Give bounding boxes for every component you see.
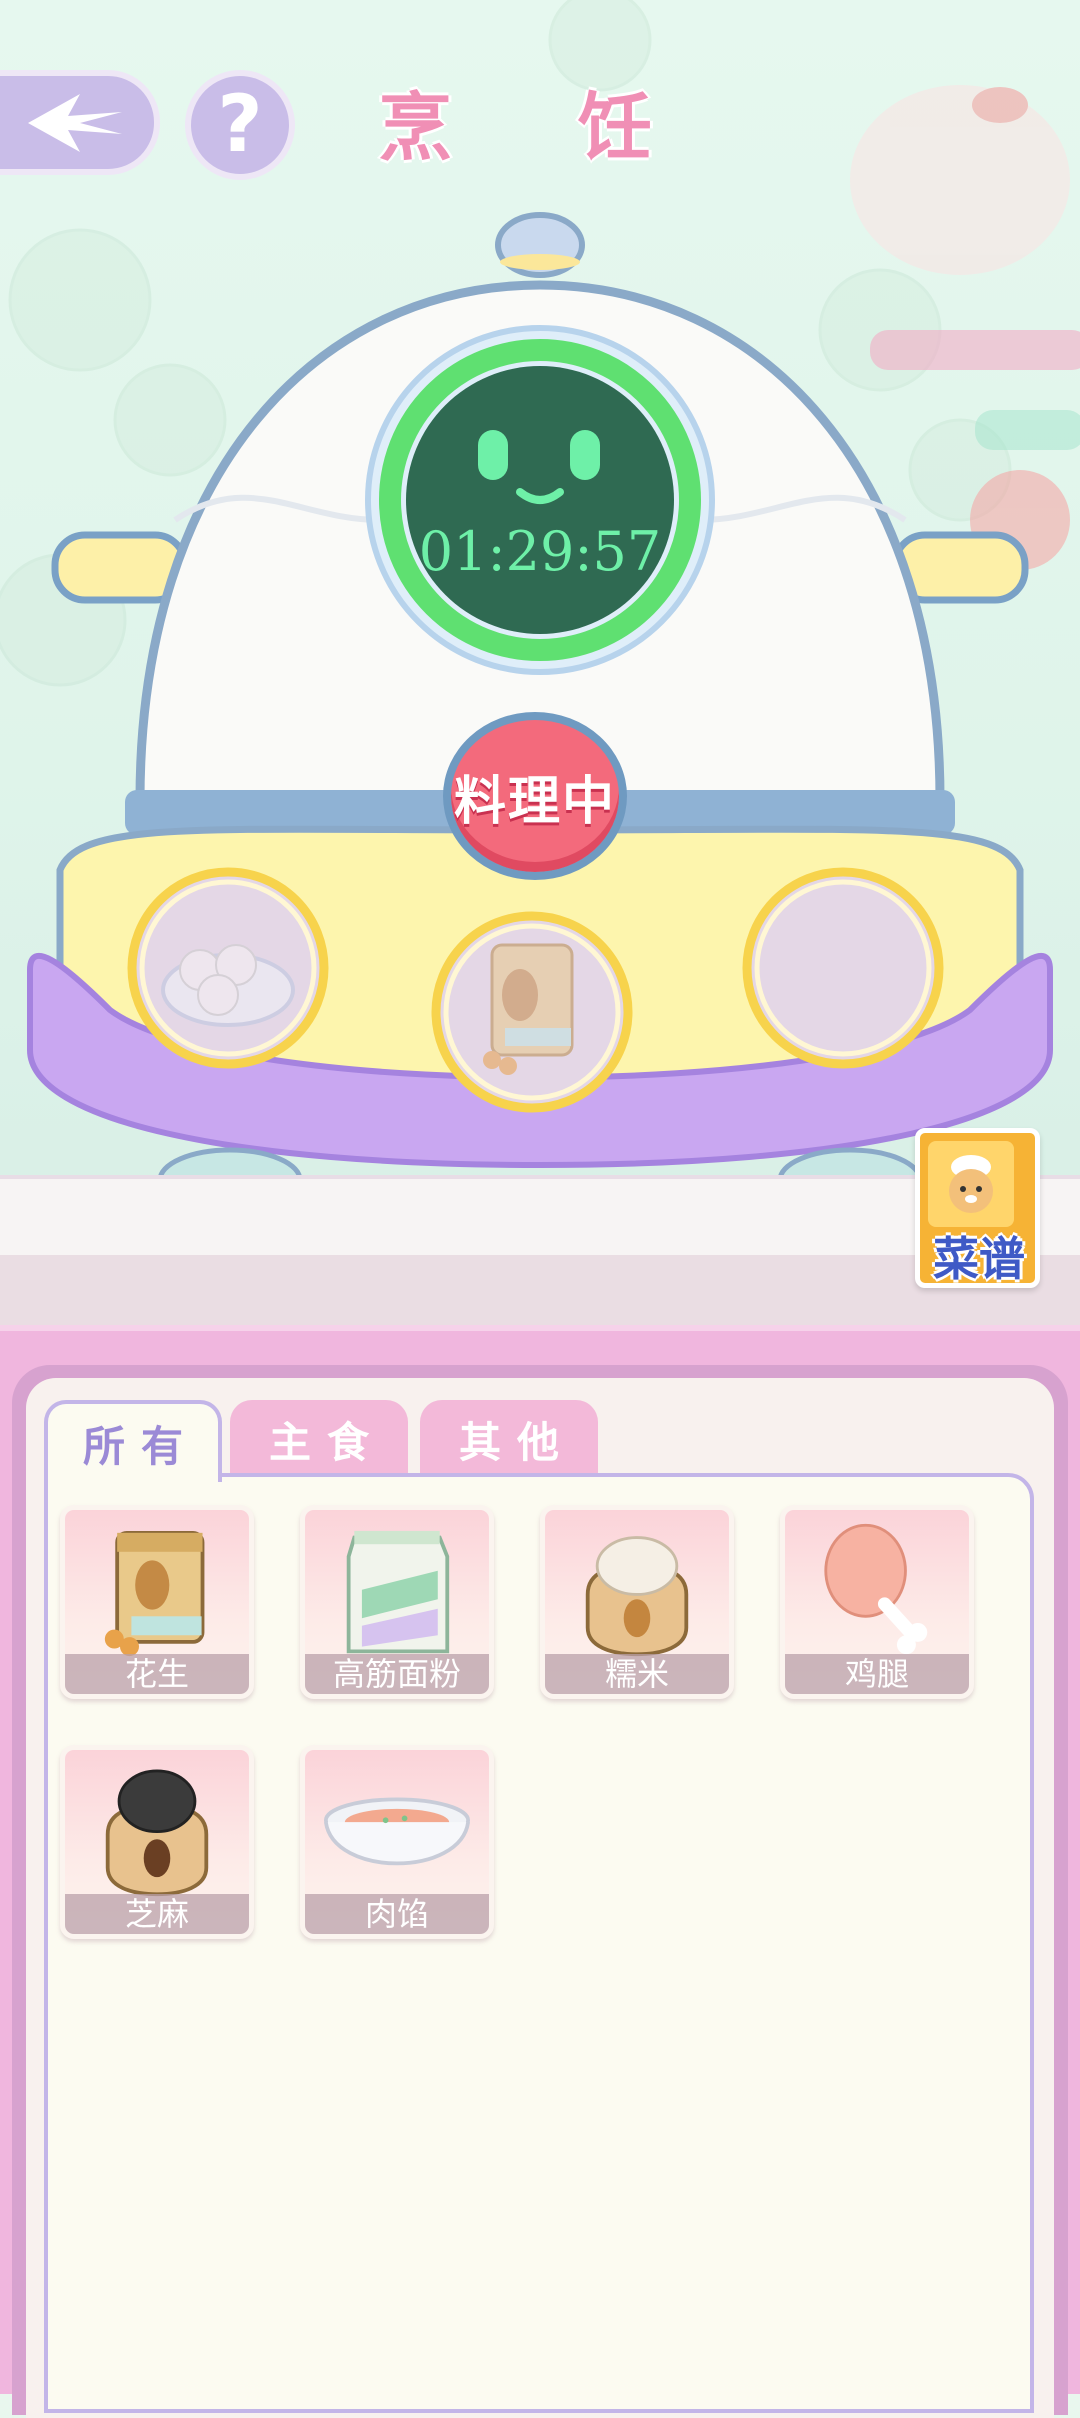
ingredient-slot-2[interactable] [431, 911, 633, 1113]
hamster-chef-icon [928, 1141, 1014, 1227]
item-name: 鸡腿 [785, 1654, 969, 1694]
item-name: 肉馅 [305, 1894, 489, 1934]
sesame-sack-icon [105, 1769, 209, 1897]
inventory-item-peanut[interactable]: 花生 [60, 1505, 254, 1699]
item-name: 糯米 [545, 1654, 729, 1694]
inventory-item-sesame[interactable]: 芝麻 [60, 1745, 254, 1939]
tab-all[interactable]: 所有 [44, 1400, 222, 1482]
item-name: 花生 [65, 1654, 249, 1694]
peanut-bag-slot-icon [483, 943, 574, 1075]
recipe-book-button[interactable]: 菜谱 [915, 1128, 1040, 1288]
inventory-item-meat-filling[interactable]: 肉馅 [300, 1745, 494, 1939]
ingredient-slot-1[interactable] [127, 867, 329, 1069]
inventory-item-glutinous-rice[interactable]: 糯米 [540, 1505, 734, 1699]
inventory-item-flour[interactable]: 高筋面粉 [300, 1505, 494, 1699]
inventory-item-chicken-leg[interactable]: 鸡腿 [780, 1505, 974, 1699]
cooking-scene: 01:29:57 料理中 [0, 0, 1080, 1280]
meat-filling-bowl-icon [323, 1797, 471, 1866]
page-title: 烹 饪 [378, 85, 702, 171]
recipe-book-label: 菜谱 [933, 1232, 1025, 1286]
tab-staple-food[interactable]: 主食 [230, 1400, 408, 1478]
rice-sack-icon [585, 1536, 689, 1657]
item-name: 高筋面粉 [305, 1654, 489, 1694]
flour-bag-icon [346, 1530, 450, 1654]
peanut-bag-icon [104, 1530, 205, 1657]
ingredient-slots [127, 867, 944, 1113]
item-name: 芝麻 [65, 1894, 249, 1934]
tab-other[interactable]: 其他 [420, 1400, 598, 1478]
ingredient-slot-3[interactable] [742, 867, 944, 1069]
chicken-leg-icon [824, 1523, 928, 1655]
